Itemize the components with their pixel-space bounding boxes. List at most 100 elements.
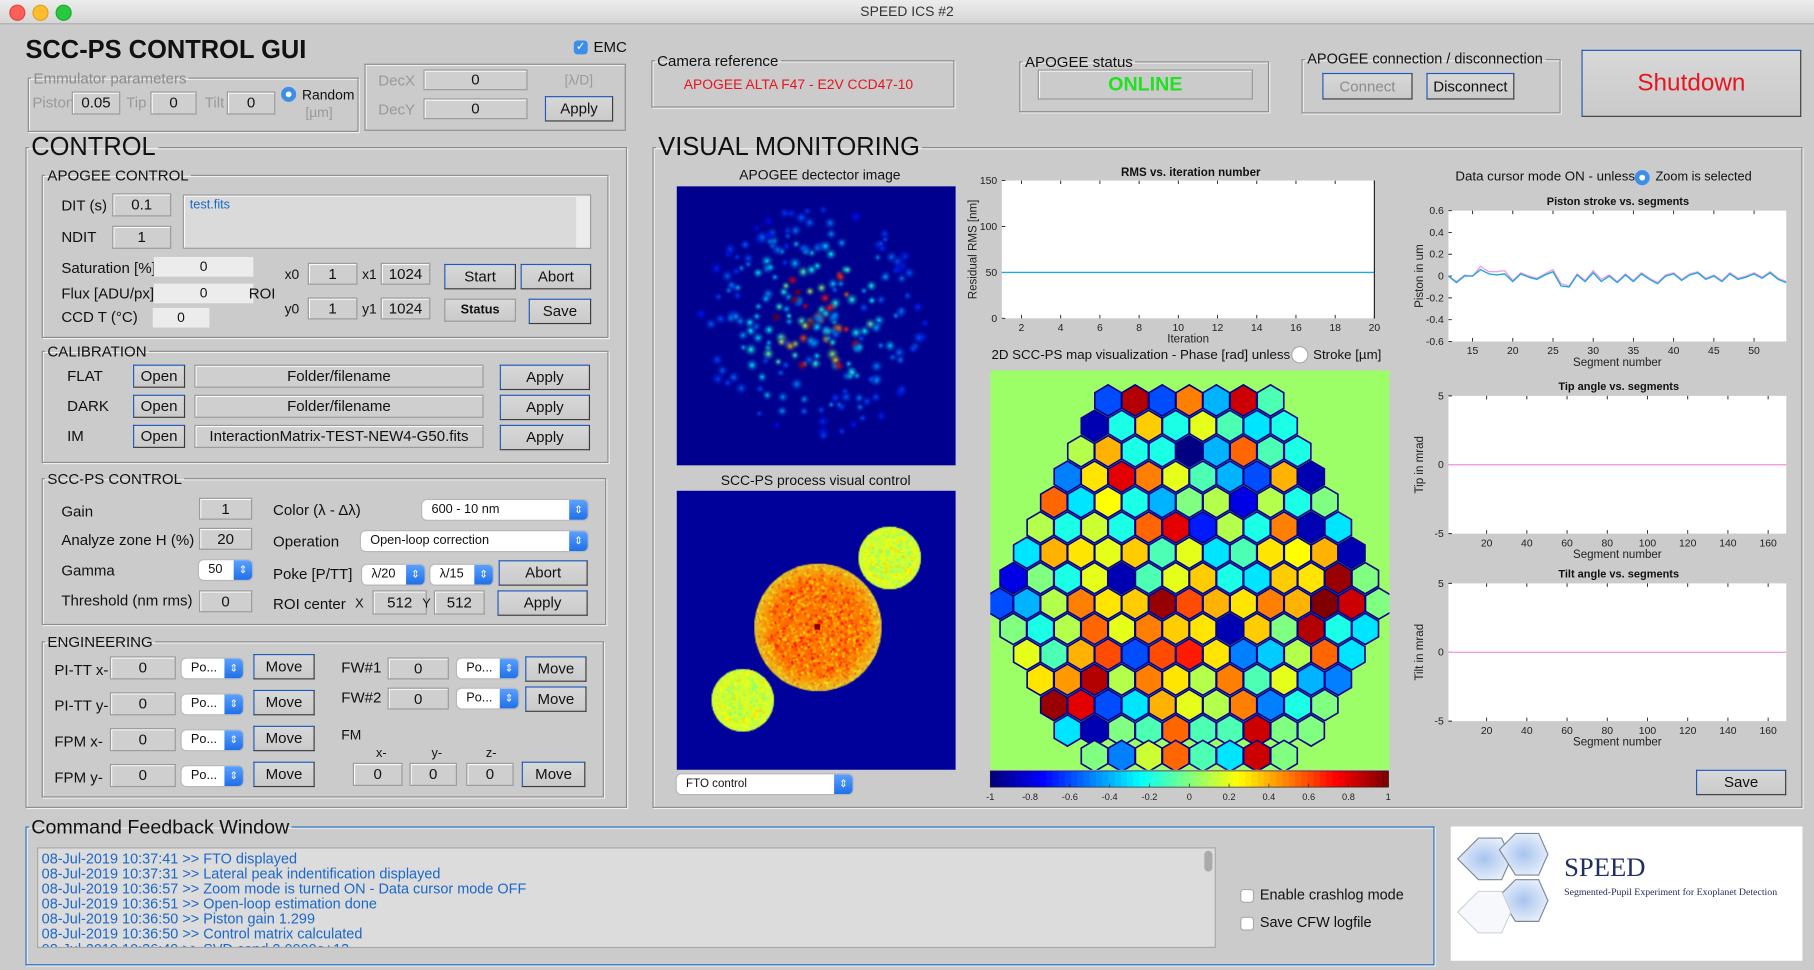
calibration-file-field[interactable]: Folder/filename [194,394,484,418]
fm-y-input[interactable]: 0 [409,762,457,786]
disconnect-button[interactable]: Disconnect [1426,72,1515,100]
calibration-apply-button[interactable]: Apply [499,424,591,451]
shutdown-button[interactable]: Shutdown [1581,49,1802,117]
gain-input[interactable]: 1 [198,497,253,520]
y-axis-label: Tip in mrad [1414,436,1426,493]
threshold-input[interactable]: 0 [198,590,253,613]
engineering-position-input[interactable]: 0 [109,656,176,680]
engineering-preset-select[interactable]: Po... ⇕ [181,766,243,786]
roi-label: ROI [248,284,276,303]
filter-wheel-select[interactable]: Po... ⇕ [456,688,519,709]
dit-input[interactable]: 0.1 [112,193,172,217]
poke-p-select[interactable]: λ/20 ⇕ [362,564,425,585]
stroke-radio[interactable] [1292,347,1308,363]
x0-input[interactable]: 1 [307,262,358,285]
engineering-preset-select[interactable]: Po... ⇕ [181,694,243,715]
filter-wheel-input[interactable]: 0 [387,657,449,680]
filter-wheel-move-button[interactable]: Move [525,656,587,682]
process-visual-image[interactable] [676,490,956,770]
fm-z-input[interactable]: 0 [466,762,514,786]
engineering-move-button[interactable]: Move [253,689,315,716]
fm-move-button[interactable]: Move [521,761,586,788]
tip-input[interactable]: 0 [150,91,197,115]
engineering-move-button[interactable]: Move [253,725,315,752]
engineering-preset-select[interactable]: Po... ⇕ [181,730,243,751]
filter-wheel-select[interactable]: Po... ⇕ [456,658,519,679]
filename-textarea[interactable]: test.fits [182,194,592,249]
process-view-select[interactable]: FTO control ⇕ [676,774,853,795]
engineering-move-button[interactable]: Move [253,653,315,680]
fm-x-input[interactable]: 0 [352,762,403,786]
roi-x-input[interactable]: 512 [372,590,427,615]
colorbar-swatch [1301,770,1309,788]
calibration-open-button[interactable]: Open [133,364,186,388]
decx-input[interactable]: 0 [423,69,528,91]
color-select[interactable]: 600 - 10 nm ⇕ [422,500,588,520]
tilt-chart[interactable]: 20 40 60 80 100 120 140 160 -5 0 5 Segment number Ti… [1402,575,1800,756]
y1-input[interactable]: 1024 [380,297,431,320]
piston-chart[interactable]: 15 20 25 30 35 40 45 50 -0.6 -0.4 -0.2 0 0.2 0.4 0.6 Se… [1402,203,1800,377]
calibration-apply-button[interactable]: Apply [499,394,591,421]
crashlog-checkbox[interactable] [1240,888,1255,903]
random-radio[interactable] [281,86,297,102]
detector-image[interactable] [676,186,956,466]
connect-button[interactable]: Connect [1322,72,1413,100]
camera-reference-value: APOGEE ALTA F47 - E2V CCD47-10 [683,76,914,93]
maximize-window-button[interactable] [55,4,72,21]
zoom-radio[interactable] [1634,170,1650,186]
tip-chart[interactable]: 20 40 60 80 100 120 140 160 -5 0 5 Segment number Ti… [1402,388,1800,569]
hexagon-logo-icon [1456,832,1549,934]
calibration-file-field[interactable]: InteractionMatrix-TEST-NEW4-G50.fits [194,424,484,448]
poke-abort-button[interactable]: Abort [498,560,588,586]
poke-tt-select[interactable]: λ/15 ⇕ [430,564,493,585]
rms-chart[interactable]: 2 4 6 8 10 12 14 16 18 20 0 50 100 150 Iteration Residu… [960,174,1388,348]
ndit-input[interactable]: 1 [112,225,172,249]
dec-apply-button[interactable]: Apply [544,96,614,122]
engineering-position-input[interactable]: 0 [109,763,176,788]
tilt-input[interactable]: 0 [226,91,276,115]
operation-select[interactable]: Open-loop correction ⇕ [360,531,588,551]
piston-input[interactable]: 0.05 [71,91,121,115]
hex-segment [1148,485,1177,519]
x-tick-label: 50 [1748,346,1760,357]
decy-input[interactable]: 0 [423,98,528,120]
saturation-label: Saturation [%] [61,259,156,277]
start-button[interactable]: Start [444,263,516,290]
engineering-position-input[interactable]: 0 [109,728,176,752]
save-plots-button[interactable]: Save [1696,769,1787,796]
x1-input[interactable]: 1024 [380,262,431,285]
roi-apply-button[interactable]: Apply [497,590,588,616]
hex-segment [1229,434,1258,468]
hex-segment [1134,663,1163,697]
minimize-window-button[interactable] [32,4,49,21]
save-image-button[interactable]: Save [528,298,592,325]
analyze-zone-input[interactable]: 20 [198,527,253,550]
filter-wheel-move-button[interactable]: Move [525,686,587,712]
gamma-select[interactable]: 50 ⇕ [198,560,253,580]
calibration-open-button[interactable]: Open [133,394,186,418]
save-cfw-checkbox[interactable] [1240,916,1255,931]
status-button[interactable]: Status [444,298,516,322]
log-scrollbar-thumb[interactable] [1204,850,1213,872]
roi-y-input[interactable]: 512 [433,590,485,615]
y0-input[interactable]: 1 [307,297,358,320]
hex-segment [1039,485,1068,519]
tip-label: Tip [126,93,147,112]
engineering-preset-select[interactable]: Po... ⇕ [181,658,243,679]
filter-wheel-input[interactable]: 0 [387,687,449,710]
calibration-apply-button[interactable]: Apply [499,364,591,391]
calibration-file-field[interactable]: Folder/filename [194,364,484,388]
hex-segment [1053,460,1082,494]
close-window-button[interactable] [9,4,26,21]
command-feedback-log[interactable]: 08-Jul-2019 10:37:41 >> FTO displayed 08-… [37,847,1216,949]
calibration-open-button[interactable]: Open [133,424,186,448]
segment-phase-map[interactable] [990,370,1390,770]
abort-acquisition-button[interactable]: Abort [520,263,592,290]
hex-segment [1215,663,1244,697]
emc-checkbox[interactable]: ✓ [573,40,588,55]
engineering-move-button[interactable]: Move [253,761,315,788]
filename-scrollbar[interactable] [576,195,591,248]
engineering-row-label: FPM x- [54,732,103,751]
hex-segment [1297,612,1326,646]
engineering-position-input[interactable]: 0 [109,692,176,716]
